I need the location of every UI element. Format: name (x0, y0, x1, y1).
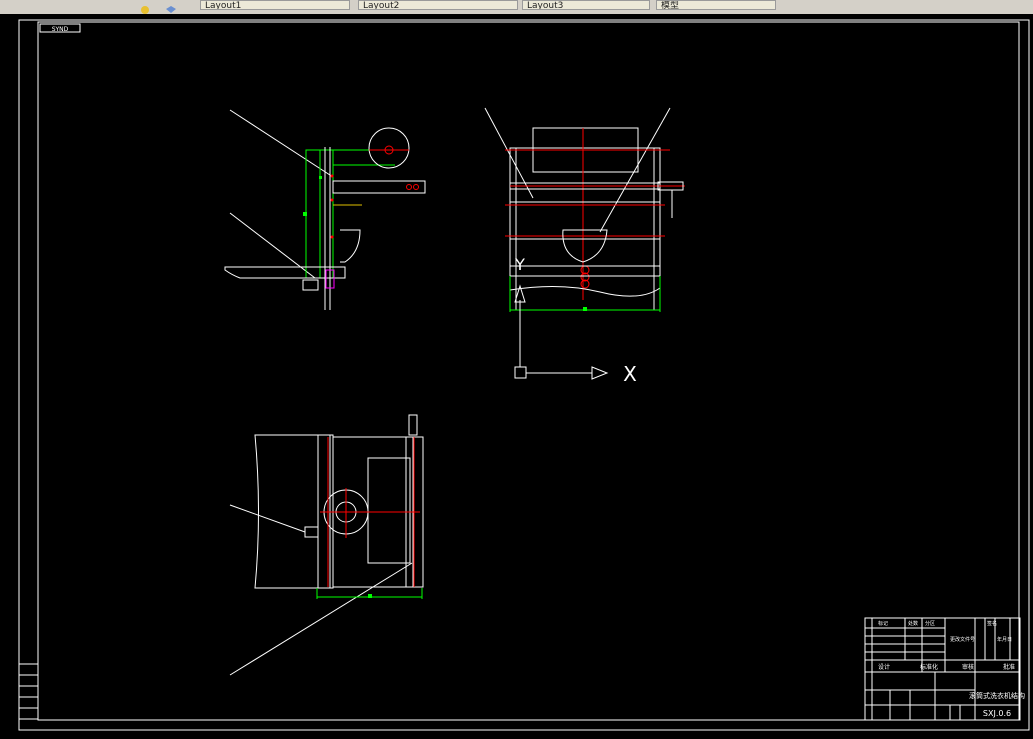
leader-line-6 (229, 562, 413, 676)
corner-tag: SYND (52, 26, 69, 33)
tab-layout3[interactable]: Layout3 (522, 0, 650, 10)
tb-header-5: 年月日 (997, 636, 1012, 643)
tb-header-2: 分区 (925, 620, 935, 627)
tab-layout2[interactable]: Layout2 (358, 0, 518, 10)
cad-toolbar: Layout1 Layout2 Layout3 模型 (0, 0, 1033, 15)
side-table (18, 663, 39, 720)
drawing-sheet: SYND X Y 标记 处数 分区 更改文件号 签名 年月日 设计 标准化 审核… (18, 19, 1030, 731)
cube-icon[interactable] (165, 0, 177, 13)
ucs-axis-icon (514, 284, 609, 380)
tab-layout1[interactable]: Layout1 (200, 0, 350, 10)
tb-header-0: 标记 (878, 620, 888, 627)
tb-header-3: 更改文件号 (950, 636, 975, 643)
axis-x-label: X (623, 362, 637, 386)
inner-frame (37, 21, 1020, 721)
side-view (224, 109, 426, 310)
tab-model[interactable]: 模型 (656, 0, 776, 10)
tb-role-design: 设计 (878, 663, 890, 671)
front-view (484, 107, 685, 312)
tb-header-4: 签名 (987, 620, 997, 627)
leader-line-3 (484, 107, 534, 199)
top-view (229, 414, 424, 676)
tb-header-1: 处数 (908, 620, 918, 627)
leader-line-5 (229, 504, 306, 533)
leader-line-1 (229, 109, 334, 178)
drawing-canvas[interactable]: SYND X Y 标记 处数 分区 更改文件号 签名 年月日 设计 标准化 审核… (0, 14, 1033, 735)
drawing-title: 滚筒式洗衣机结构 (969, 691, 1025, 700)
tb-role-review: 审核 (962, 663, 974, 671)
layer-icon[interactable] (140, 0, 152, 14)
tb-role-approve: 批准 (1003, 663, 1015, 671)
leader-line-2 (229, 212, 316, 279)
drawing-code: SXJ.0.6 (983, 709, 1011, 718)
axis-y-label: Y (514, 255, 525, 274)
tb-role-standard: 标准化 (920, 663, 938, 671)
